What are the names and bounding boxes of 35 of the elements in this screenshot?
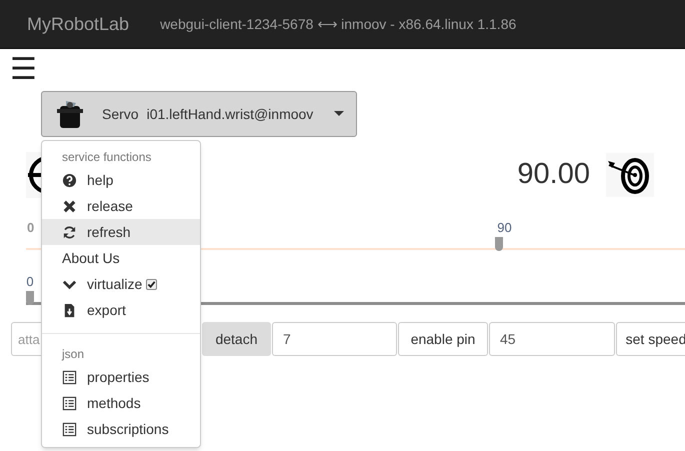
slider-value-label: 0: [26, 275, 34, 288]
menu-item[interactable]: subscriptions: [42, 416, 200, 442]
text-input[interactable]: 7: [272, 322, 397, 356]
slider-thumb[interactable]: [26, 291, 34, 305]
list-icon: [62, 370, 77, 384]
menu-toggle[interactable]: ☰: [10, 52, 37, 88]
menu-item[interactable]: About Us: [42, 245, 200, 271]
menu-item[interactable]: release: [42, 193, 200, 219]
service-selector[interactable]: Servo i01.leftHand.wrist@inmoov: [41, 91, 357, 137]
menu-item[interactable]: methods: [42, 390, 200, 416]
list-icon: [62, 422, 77, 436]
position-value: 90.00: [517, 157, 590, 192]
slider-thumb[interactable]: [494, 237, 503, 251]
list-icon: [62, 396, 77, 410]
text-input[interactable]: 45: [489, 322, 615, 356]
slider-value-label: 90: [497, 221, 512, 234]
action-button[interactable]: enable pin: [398, 322, 488, 356]
action-button[interactable]: detach: [202, 322, 271, 356]
connection-info: webgui-client-1234-5678 ⟷ inmoov - x86.64.linux 1.1.86: [160, 14, 516, 34]
menu-header: service functions: [61, 149, 152, 166]
brand-title[interactable]: MyRobotLab: [27, 10, 130, 38]
menu-item[interactable]: refresh: [42, 219, 200, 245]
refresh-icon: [62, 224, 77, 240]
target-icon: [606, 153, 654, 197]
caret-icon: [334, 111, 344, 117]
menu-item[interactable]: virtualize: [42, 271, 200, 297]
checkbox[interactable]: [146, 278, 158, 290]
menu-item[interactable]: export: [42, 297, 200, 323]
menu-header: json: [60, 346, 86, 363]
file-export-icon: [62, 302, 77, 318]
help-icon: [62, 172, 77, 188]
close-icon: [62, 198, 77, 214]
menu-item[interactable]: help: [42, 167, 200, 193]
slider-min-label: 0: [27, 221, 34, 234]
menu-item[interactable]: properties: [42, 364, 200, 390]
